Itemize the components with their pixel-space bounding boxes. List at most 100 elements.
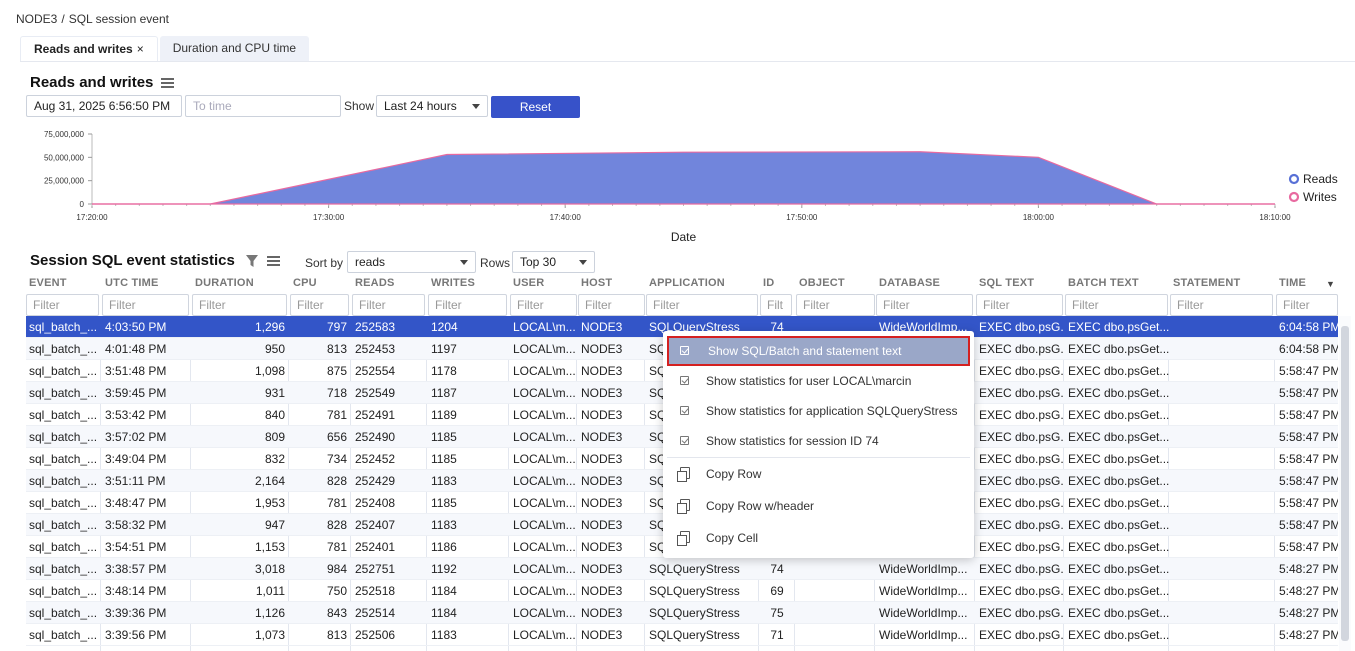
cell-host[interactable]: NODE3 — [578, 382, 644, 404]
menu-item-show-sql-text[interactable]: Show SQL/Batch and statement text — [667, 336, 970, 366]
cell-batch-text[interactable]: EXEC dbo.psGet... — [1065, 470, 1169, 492]
cell-time[interactable]: 5:58:47 PM — [1276, 492, 1338, 514]
cell-database[interactable]: WideWorldImp... — [876, 602, 974, 624]
cell-duration[interactable]: 1,153 — [192, 536, 288, 558]
cell-batch-text[interactable]: EXEC dbo.psGet... — [1065, 536, 1169, 558]
cell-writes[interactable]: 1204 — [428, 316, 508, 338]
cell-event[interactable]: sql_batch_... — [26, 536, 100, 558]
cell-statement[interactable] — [1170, 558, 1274, 580]
tab-duration-and-cpu-time[interactable]: Duration and CPU time — [159, 36, 310, 61]
cell-time[interactable]: 5:48:27 PM — [1276, 602, 1338, 624]
cell-statement[interactable] — [1170, 624, 1274, 646]
cell-host[interactable]: NODE3 — [578, 448, 644, 470]
time-range-select[interactable]: Last 24 hours — [376, 95, 488, 117]
cell-sql-text[interactable]: EXEC dbo.psG... — [976, 514, 1063, 536]
cell-time[interactable]: 5:58:47 PM — [1276, 514, 1338, 536]
filter-utc-time[interactable]: Filter — [102, 294, 189, 316]
cell-duration[interactable]: 1,296 — [192, 316, 288, 338]
cell-reads[interactable]: 252549 — [352, 382, 426, 404]
cell-sql-text[interactable]: EXEC dbo.psG... — [976, 382, 1063, 404]
cell-statement[interactable] — [1170, 536, 1274, 558]
cell-user[interactable]: LOCAL\m... — [510, 624, 576, 646]
cell-writes[interactable]: 1183 — [428, 470, 508, 492]
cell-sql-text[interactable]: EXEC dbo.psG... — [976, 426, 1063, 448]
cell-statement[interactable] — [1170, 382, 1274, 404]
cell-statement[interactable] — [1170, 426, 1274, 448]
cell-event[interactable]: sql_batch_... — [26, 558, 100, 580]
cell-duration[interactable]: 947 — [192, 514, 288, 536]
cell-writes[interactable]: 1189 — [428, 404, 508, 426]
cell-event[interactable]: sql_batch_... — [26, 602, 100, 624]
filter-duration[interactable]: Filter — [192, 294, 287, 316]
cell-event[interactable]: sql_batch_... — [26, 448, 100, 470]
cell-writes[interactable]: 1178 — [428, 360, 508, 382]
table-row[interactable]: sql_batch_... 3:39:36 PM 1,126 843 252514 118… — [26, 602, 1338, 624]
cell-writes[interactable]: 1185 — [428, 448, 508, 470]
cell-statement[interactable] — [1170, 338, 1274, 360]
cell-time[interactable]: 5:48:27 PM — [1276, 624, 1338, 646]
cell-duration[interactable]: 2,164 — [192, 470, 288, 492]
menu-item-stats-session[interactable]: Show statistics for session ID 74 — [667, 426, 970, 456]
filter-cpu[interactable]: Filter — [290, 294, 349, 316]
filter-icon[interactable] — [245, 254, 259, 268]
cell-event[interactable]: sql_batch_... — [26, 382, 100, 404]
filter-batch-text[interactable]: Filter — [1065, 294, 1168, 316]
cell-duration[interactable]: 1,953 — [192, 492, 288, 514]
cell-time[interactable]: 5:58:47 PM — [1276, 536, 1338, 558]
cell-user[interactable]: LOCAL\m... — [510, 426, 576, 448]
column-header-event[interactable]: EVENT — [29, 277, 67, 289]
cell-cpu[interactable]: 813 — [290, 624, 350, 646]
cell-cpu[interactable]: 828 — [290, 514, 350, 536]
cell-utc-time[interactable]: 3:48:14 PM — [102, 580, 190, 602]
cell-host[interactable]: NODE3 — [578, 492, 644, 514]
column-header-application[interactable]: APPLICATION — [649, 277, 725, 289]
menu-icon[interactable] — [161, 76, 175, 90]
from-time-input[interactable] — [26, 95, 182, 117]
cell-time[interactable]: 5:58:47 PM — [1276, 360, 1338, 382]
cell-sql-text[interactable]: EXEC dbo.psG... — [976, 338, 1063, 360]
cell-event[interactable]: sql_batch_... — [26, 426, 100, 448]
cell-writes[interactable]: 1185 — [428, 492, 508, 514]
cell-event[interactable]: sql_batch_... — [26, 492, 100, 514]
cell-duration[interactable]: 1,098 — [192, 360, 288, 382]
cell-duration[interactable]: 1,011 — [192, 580, 288, 602]
cell-application[interactable]: SQLQueryStress — [646, 624, 758, 646]
cell-utc-time[interactable]: 3:54:51 PM — [102, 536, 190, 558]
cell-batch-text[interactable]: EXEC dbo.psGet... — [1065, 492, 1169, 514]
menu-item-stats-application[interactable]: Show statistics for application SQLQuery… — [667, 396, 970, 426]
cell-writes[interactable]: 1197 — [428, 338, 508, 360]
cell-time[interactable]: 6:04:58 PM — [1276, 338, 1338, 360]
cell-cpu[interactable]: 781 — [290, 404, 350, 426]
cell-host[interactable]: NODE3 — [578, 602, 644, 624]
cell-duration[interactable]: 809 — [192, 426, 288, 448]
cell-host[interactable]: NODE3 — [578, 426, 644, 448]
filter-sql-text[interactable]: Filter — [976, 294, 1063, 316]
close-icon[interactable]: × — [137, 42, 144, 56]
cell-host[interactable]: NODE3 — [578, 338, 644, 360]
cell-reads[interactable]: 252491 — [352, 404, 426, 426]
cell-user[interactable]: LOCAL\m... — [510, 448, 576, 470]
column-header-statement[interactable]: STATEMENT — [1173, 277, 1240, 289]
filter-time[interactable]: Filter — [1276, 294, 1338, 316]
to-time-input[interactable] — [185, 95, 341, 117]
column-header-utc-time[interactable]: UTC TIME — [105, 277, 159, 289]
cell-reads[interactable]: 252751 — [352, 558, 426, 580]
cell-object[interactable] — [796, 602, 874, 624]
cell-reads[interactable]: 252453 — [352, 338, 426, 360]
cell-event[interactable]: sql_batch_... — [26, 580, 100, 602]
cell-host[interactable]: NODE3 — [578, 624, 644, 646]
column-header-batch-text[interactable]: BATCH TEXT — [1068, 277, 1139, 289]
cell-writes[interactable]: 1185 — [428, 426, 508, 448]
cell-host[interactable]: NODE3 — [578, 470, 644, 492]
cell-statement[interactable] — [1170, 492, 1274, 514]
filter-object[interactable]: Filter — [796, 294, 875, 316]
cell-cpu[interactable]: 875 — [290, 360, 350, 382]
cell-host[interactable]: NODE3 — [578, 404, 644, 426]
cell-sql-text[interactable]: EXEC dbo.psG... — [976, 580, 1063, 602]
table-row[interactable]: sql_batch_... 3:39:56 PM 1,073 813 252506 118… — [26, 624, 1338, 646]
cell-user[interactable]: LOCAL\m... — [510, 470, 576, 492]
cell-writes[interactable]: 1183 — [428, 514, 508, 536]
cell-user[interactable]: LOCAL\m... — [510, 360, 576, 382]
cell-reads[interactable]: 252490 — [352, 426, 426, 448]
cell-event[interactable]: sql_batch_... — [26, 470, 100, 492]
